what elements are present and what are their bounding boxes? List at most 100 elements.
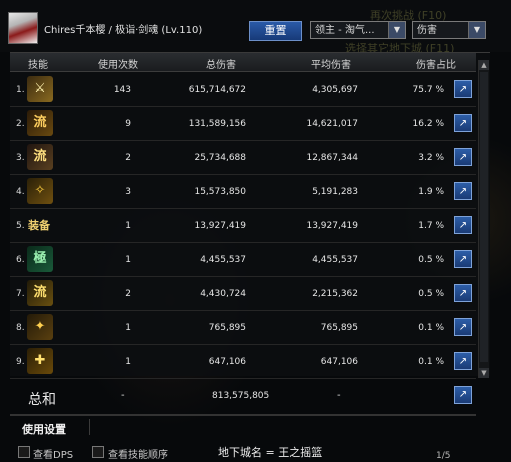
header-uses: 使用次数 <box>98 60 138 71</box>
cell-uses: 2 <box>125 153 131 163</box>
cell-total: 13,927,419 <box>194 221 246 231</box>
share-row-button[interactable]: ↗ <box>454 114 472 132</box>
flow-crescent-icon: 流 <box>27 110 53 136</box>
table-row: 1. ⚔ 143 615,714,672 4,305,697 75.7 % ↗ <box>10 73 476 107</box>
header-avg: 平均伤害 <box>311 60 351 71</box>
total-row: 总和 - 813,575,805 - ↗ <box>10 380 476 415</box>
boss-select[interactable]: 领主 - 淘气... ▼ <box>310 21 406 39</box>
reset-button[interactable]: 重置 <box>249 21 302 41</box>
skill-order-checkbox-label: 查看技能顺序 <box>108 450 168 461</box>
boss-select-value: 领主 - 淘气... <box>315 25 375 36</box>
cell-uses: 143 <box>113 85 131 95</box>
table-row: 5. 装备 1 13,927,419 13,927,419 1.7 % ↗ <box>10 209 476 243</box>
cell-total: 15,573,850 <box>194 187 246 197</box>
share-row-button[interactable]: ↗ <box>454 80 472 98</box>
row-index: 4. <box>16 187 25 197</box>
shield-cross-icon: ✚ <box>27 348 53 374</box>
settings-tab[interactable]: 使用设置 <box>22 421 66 437</box>
dps-checkbox[interactable] <box>18 446 30 458</box>
share-row-button[interactable]: ↗ <box>454 182 472 200</box>
character-avatar <box>8 12 38 44</box>
total-damage: 813,575,805 <box>212 391 270 401</box>
cell-total: 4,430,724 <box>200 289 246 299</box>
metric-select[interactable]: 伤害 ▼ <box>412 21 486 39</box>
settings-bar: 使用设置 <box>10 415 476 438</box>
row-index: 7. <box>16 289 25 299</box>
chevron-down-icon: ▼ <box>468 22 485 38</box>
cell-uses: 1 <box>125 255 131 265</box>
cell-uses: 3 <box>125 187 131 197</box>
cell-avg: 5,191,283 <box>312 187 358 197</box>
window-title: Chires千本樱 / 极诣·剑魂 (Lv.110) <box>44 25 203 36</box>
chevron-down-icon: ▼ <box>388 22 405 38</box>
table-header: 技能 使用次数 总伤害 平均伤害 伤害占比 <box>10 53 476 72</box>
total-label: 总和 <box>28 392 56 408</box>
flow-blade-icon: 流 <box>27 280 53 306</box>
cell-total: 25,734,688 <box>194 153 246 163</box>
wings-emblem-icon: ✦ <box>27 314 53 340</box>
row-index: 2. <box>16 119 25 129</box>
cell-pct: 16.2 % <box>412 119 444 129</box>
header-total: 总伤害 <box>206 60 236 71</box>
scroll-down-icon[interactable]: ▼ <box>479 368 489 378</box>
divider <box>89 419 90 435</box>
cell-pct: 1.7 % <box>418 221 444 231</box>
title-bar: Chires千本樱 / 极诣·剑魂 (Lv.110) 重置 领主 - 淘气...… <box>0 0 511 55</box>
ultimate-icon: 極 <box>27 246 53 272</box>
flow-flash-icon: 流 <box>27 144 53 170</box>
cell-uses: 1 <box>125 357 131 367</box>
row-index: 5. <box>16 221 25 231</box>
dps-checkbox-label: 查看DPS <box>33 450 74 461</box>
vortex-icon: ✧ <box>27 178 53 204</box>
cell-pct: 0.1 % <box>418 323 444 333</box>
cell-avg: 4,305,697 <box>312 85 358 95</box>
row-index: 1. <box>16 85 25 95</box>
slash-skill-icon: ⚔ <box>27 76 53 102</box>
scroll-thumb[interactable] <box>480 72 488 362</box>
table-row: 8. ✦ 1 765,895 765,895 0.1 % ↗ <box>10 311 476 345</box>
cell-avg: 765,895 <box>320 323 358 333</box>
table-row: 7. 流 2 4,430,724 2,215,362 0.5 % ↗ <box>10 277 476 311</box>
row-index: 3. <box>16 153 25 163</box>
cell-avg: 2,215,362 <box>312 289 358 299</box>
cell-uses: 2 <box>125 289 131 299</box>
cell-total: 647,106 <box>208 357 246 367</box>
skill-order-checkbox[interactable] <box>92 446 104 458</box>
dungeon-name: 地下城名 = 王之摇篮 <box>218 446 323 459</box>
scroll-up-icon[interactable]: ▲ <box>479 60 489 70</box>
retry-ghost-text: 再次挑战 (F10) <box>370 9 447 22</box>
table-scrollbar[interactable]: ▲ ▼ <box>478 60 489 378</box>
table-row: 4. ✧ 3 15,573,850 5,191,283 1.9 % ↗ <box>10 175 476 209</box>
cell-total: 765,895 <box>208 323 246 333</box>
cell-total: 615,714,672 <box>188 85 246 95</box>
share-total-button[interactable]: ↗ <box>454 386 472 404</box>
cell-avg: 4,455,537 <box>312 255 358 265</box>
cell-pct: 0.5 % <box>418 255 444 265</box>
cell-total: 4,455,537 <box>200 255 246 265</box>
total-uses: - <box>121 390 125 401</box>
cell-avg: 647,106 <box>320 357 358 367</box>
table-row: 6. 極 1 4,455,537 4,455,537 0.5 % ↗ <box>10 243 476 277</box>
share-row-button[interactable]: ↗ <box>454 318 472 336</box>
metric-select-value: 伤害 <box>417 25 437 36</box>
cell-avg: 12,867,344 <box>306 153 358 163</box>
share-row-button[interactable]: ↗ <box>454 284 472 302</box>
table-row: 3. 流 2 25,734,688 12,867,344 3.2 % ↗ <box>10 141 476 175</box>
cell-avg: 13,927,419 <box>306 221 358 231</box>
cell-uses: 1 <box>125 323 131 333</box>
row-index: 8. <box>16 323 25 333</box>
header-share: 伤害占比 <box>416 60 456 71</box>
cell-uses: 1 <box>125 221 131 231</box>
cell-pct: 3.2 % <box>418 153 444 163</box>
cell-avg: 14,621,017 <box>306 119 358 129</box>
header-skill: 技能 <box>28 60 48 71</box>
row-index: 6. <box>16 255 25 265</box>
row-index: 9. <box>16 357 25 367</box>
cell-uses: 9 <box>125 119 131 129</box>
share-row-button[interactable]: ↗ <box>454 216 472 234</box>
share-row-button[interactable]: ↗ <box>454 250 472 268</box>
share-row-button[interactable]: ↗ <box>454 148 472 166</box>
share-row-button[interactable]: ↗ <box>454 352 472 370</box>
cell-pct: 1.9 % <box>418 187 444 197</box>
cell-pct: 75.7 % <box>412 85 444 95</box>
